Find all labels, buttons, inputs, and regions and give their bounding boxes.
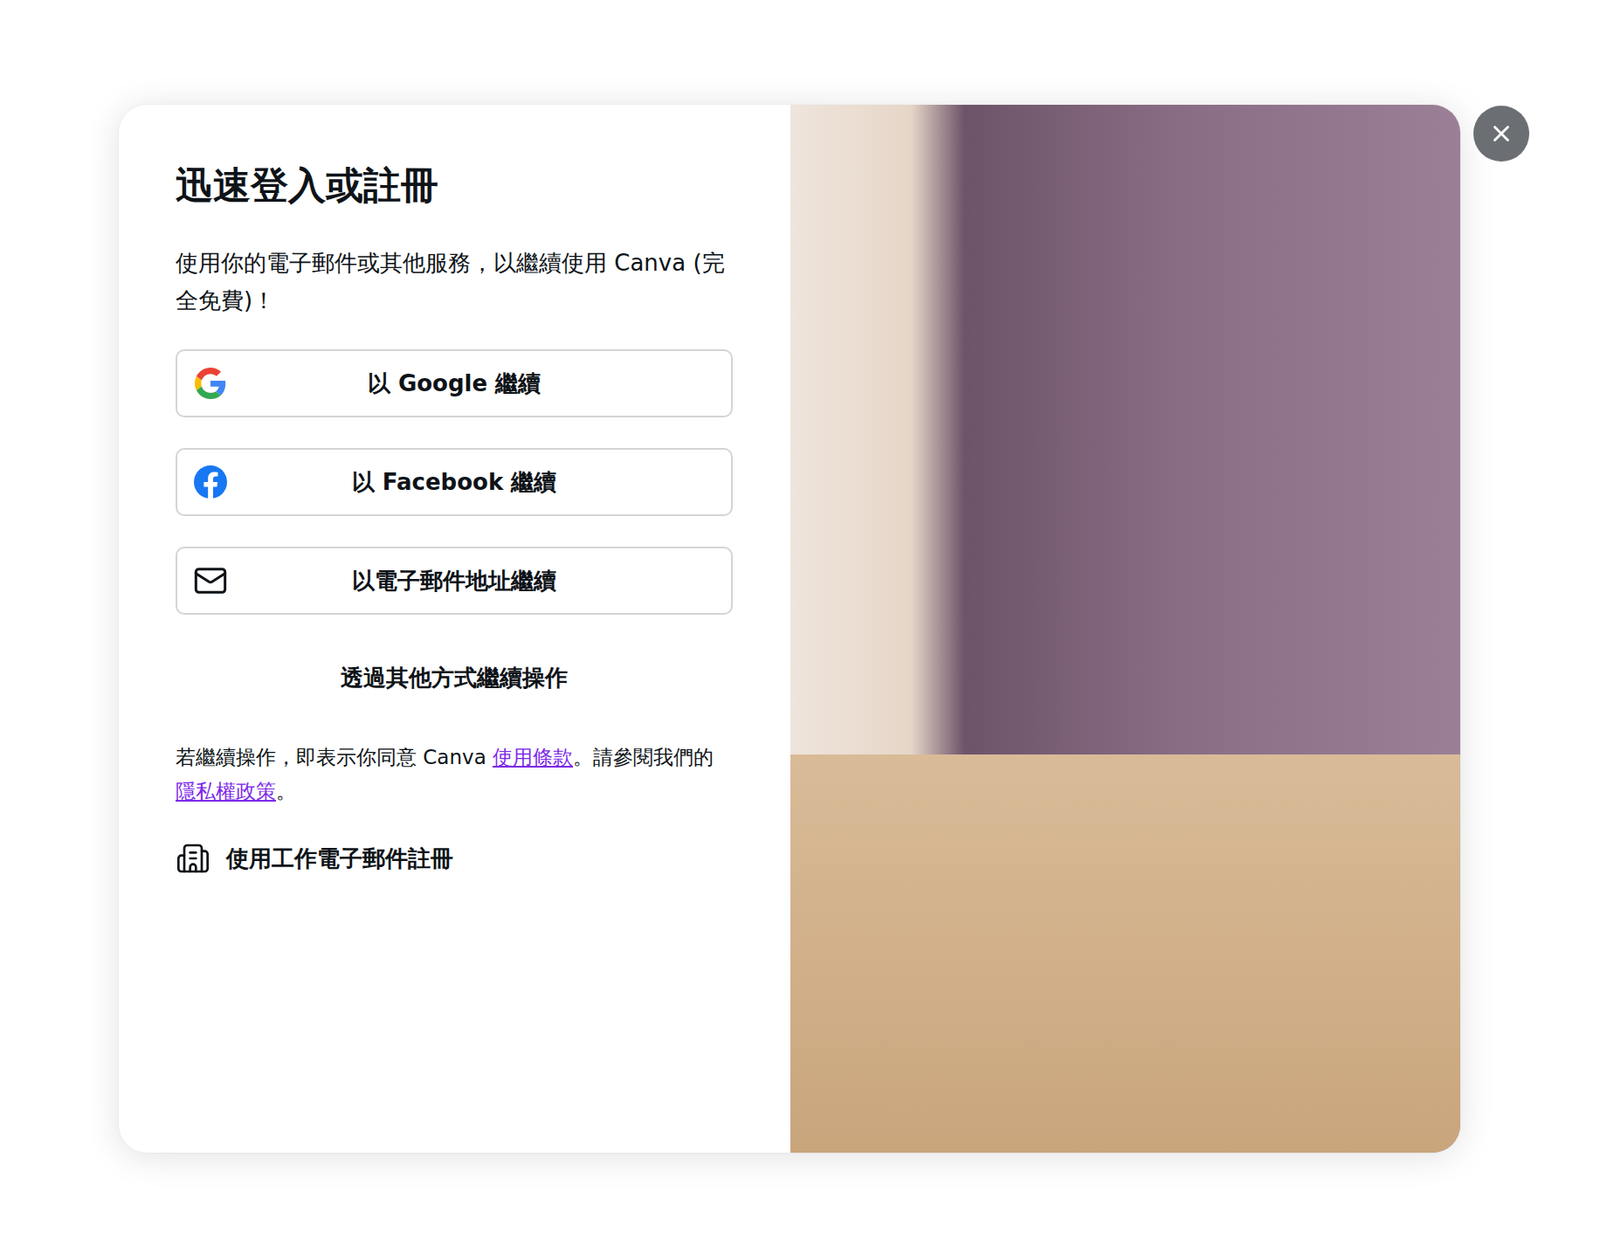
button-icon-slot xyxy=(193,464,228,500)
auth-button-list: 以 Google 繼續以 Facebook 繼續以電子郵件地址繼續 xyxy=(175,349,733,615)
close-icon xyxy=(1488,120,1515,147)
terms-text: 若繼續操作，即表示你同意 Canva 使用條款。請參閱我們的隱私權政策。 xyxy=(175,740,733,809)
dialog-subtitle: 使用你的電子郵件或其他服務，以繼續使用 Canva (完全免費)！ xyxy=(175,244,733,320)
google-icon xyxy=(194,367,227,400)
building-icon xyxy=(175,841,211,876)
login-panel: 迅速登入或註冊使用你的電子郵件或其他服務，以繼續使用 Canva (完全免費)！… xyxy=(118,104,791,1153)
privacy-link[interactable]: 隱私權政策 xyxy=(175,779,276,803)
close-button[interactable] xyxy=(1473,105,1530,162)
hero-photo xyxy=(790,104,1461,1153)
work-signup-label: 使用工作電子郵件註冊 xyxy=(226,842,454,875)
google-button[interactable]: 以 Google 繼續 xyxy=(175,349,733,418)
work-signup-button[interactable]: 使用工作電子郵件註冊 xyxy=(175,841,454,876)
email-button[interactable]: 以電子郵件地址繼續 xyxy=(175,546,733,615)
button-icon-slot xyxy=(193,563,228,599)
login-dialog: 迅速登入或註冊使用你的電子郵件或其他服務，以繼續使用 Canva (完全免費)！… xyxy=(118,104,1461,1153)
button-label: 以電子郵件地址繼續 xyxy=(351,565,557,597)
dialog-title: 迅速登入或註冊 xyxy=(175,160,733,211)
other-options-button[interactable]: 透過其他方式繼續操作 xyxy=(340,662,568,694)
mail-icon xyxy=(193,563,228,599)
button-label: 以 Facebook 繼續 xyxy=(351,467,558,498)
button-icon-slot xyxy=(193,365,228,401)
facebook-button[interactable]: 以 Facebook 繼續 xyxy=(175,448,733,517)
button-label: 以 Google 繼續 xyxy=(367,368,541,400)
facebook-icon xyxy=(193,465,228,499)
page: 迅速登入或註冊使用你的電子郵件或其他服務，以繼續使用 Canva (完全免費)！… xyxy=(0,0,1600,1240)
terms-link[interactable]: 使用條款 xyxy=(492,745,573,769)
